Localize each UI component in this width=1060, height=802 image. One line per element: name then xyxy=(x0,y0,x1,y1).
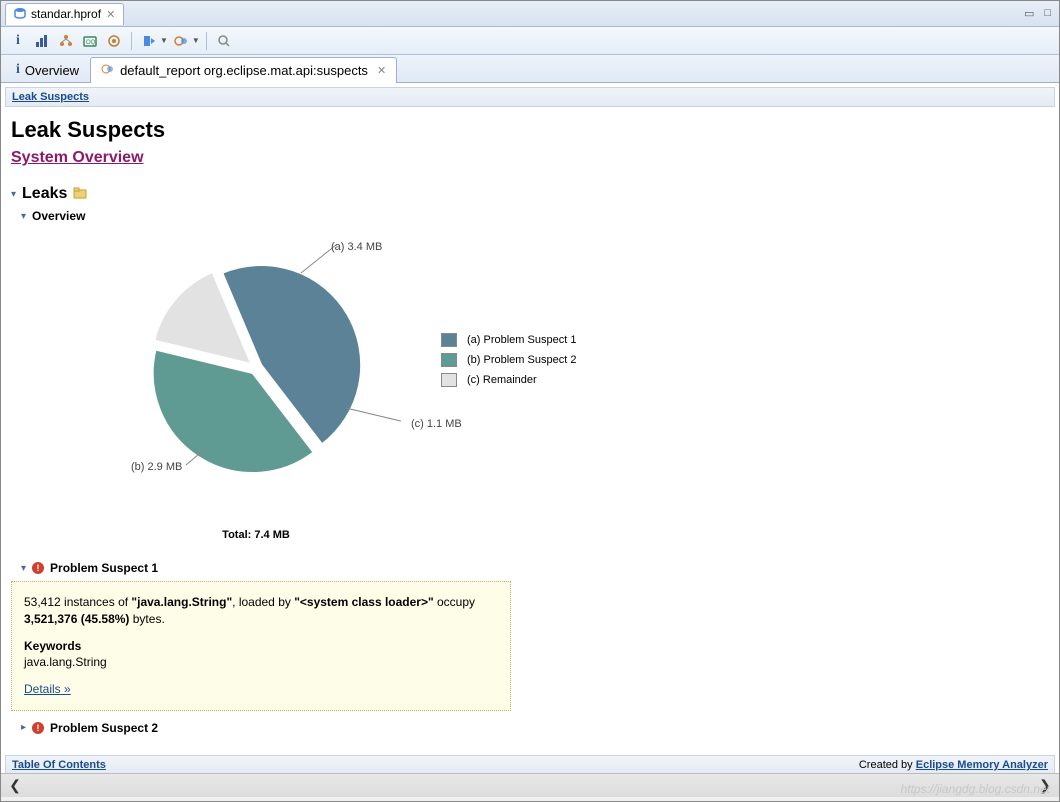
tool-link[interactable]: Eclipse Memory Analyzer xyxy=(916,759,1048,771)
histogram-button[interactable] xyxy=(31,30,53,52)
dropdown-arrow-icon[interactable]: ▼ xyxy=(192,36,200,45)
breadcrumb-link[interactable]: Leak Suspects xyxy=(12,91,89,103)
legend-swatch xyxy=(441,333,457,347)
close-tab-icon[interactable]: ✕ xyxy=(106,8,115,21)
details-link[interactable]: Details » xyxy=(24,682,71,696)
dominator-tree-button[interactable] xyxy=(55,30,77,52)
legend-item: (c) Remainder xyxy=(441,373,576,387)
pie-label-b: (b) 2.9 MB xyxy=(131,461,182,473)
query-browser-button[interactable] xyxy=(138,30,160,52)
database-icon xyxy=(14,7,26,22)
editor-tab-bar: standar.hprof ✕ ▭ □ xyxy=(1,1,1059,27)
toc-link[interactable]: Table Of Contents xyxy=(12,759,106,771)
report-content: Leak Suspects Leak Suspects System Overv… xyxy=(1,83,1059,773)
oql-button[interactable]: OQL xyxy=(79,30,101,52)
pie-total-label: Total: 7.4 MB xyxy=(111,529,401,541)
suspect1-detail-box: 53,412 instances of "java.lang.String", … xyxy=(11,581,511,711)
compare-button[interactable] xyxy=(170,30,192,52)
pie-chart-panel: (a) 3.4 MB (c) 1.1 MB (b) 2.9 MB Total: … xyxy=(11,233,1049,541)
search-button[interactable] xyxy=(213,30,235,52)
section-leaks-header[interactable]: ▾ Leaks xyxy=(11,185,1049,203)
expand-arrow-icon: ▾ xyxy=(21,211,26,222)
error-icon: ! xyxy=(32,722,44,734)
horizontal-scrollbar[interactable]: ❮ ❯ xyxy=(1,773,1059,797)
expand-arrow-icon: ▾ xyxy=(11,189,16,200)
chart-legend: (a) Problem Suspect 1 (b) Problem Suspect… xyxy=(441,333,576,393)
minimize-icon[interactable]: ▭ xyxy=(1024,7,1034,20)
breadcrumb: Leak Suspects xyxy=(5,87,1055,107)
svg-text:OQL: OQL xyxy=(86,40,97,46)
legend-item: (a) Problem Suspect 1 xyxy=(441,333,576,347)
system-overview-link[interactable]: System Overview xyxy=(11,149,144,167)
section-overview-header[interactable]: ▾ Overview xyxy=(21,209,1049,223)
folder-icon xyxy=(73,187,87,202)
maximize-icon[interactable]: □ xyxy=(1044,7,1051,20)
page-title: Leak Suspects xyxy=(11,117,1049,143)
section-suspect2-header[interactable]: ▸ ! Problem Suspect 2 xyxy=(21,721,1049,735)
legend-item: (b) Problem Suspect 2 xyxy=(441,353,576,367)
section-suspect1-header[interactable]: ▾ ! Problem Suspect 1 xyxy=(21,561,1049,575)
window-controls: ▭ □ xyxy=(1024,7,1059,20)
pie-chart: (a) 3.4 MB (c) 1.1 MB (b) 2.9 MB xyxy=(111,233,401,523)
report-footer: Table Of Contents Created by Eclipse Mem… xyxy=(5,755,1055,773)
collapse-arrow-icon: ▸ xyxy=(21,722,26,733)
error-icon: ! xyxy=(32,562,44,574)
toolbar: i OQL ▼ ▼ xyxy=(1,27,1059,55)
close-tab-icon[interactable]: ✕ xyxy=(377,64,386,77)
editor-tab-active[interactable]: standar.hprof ✕ xyxy=(5,3,124,25)
tab-default-report[interactable]: default_report org.eclipse.mat.api:suspe… xyxy=(90,57,397,83)
tab-overview[interactable]: i Overview xyxy=(5,57,90,82)
pie-label-c: (c) 1.1 MB xyxy=(411,418,462,430)
scroll-right-button[interactable]: ❯ xyxy=(1035,777,1055,795)
dropdown-arrow-icon[interactable]: ▼ xyxy=(160,36,168,45)
expand-arrow-icon: ▾ xyxy=(21,563,26,574)
info-button[interactable]: i xyxy=(7,30,29,52)
legend-swatch xyxy=(441,373,457,387)
report-icon xyxy=(101,62,115,79)
run-report-button[interactable] xyxy=(103,30,125,52)
scroll-left-button[interactable]: ❮ xyxy=(5,777,25,795)
editor-tab-title: standar.hprof xyxy=(31,7,101,21)
info-icon: i xyxy=(16,62,20,78)
report-tabs: i Overview default_report org.eclipse.ma… xyxy=(1,55,1059,83)
legend-swatch xyxy=(441,353,457,367)
pie-label-a: (a) 3.4 MB xyxy=(331,241,382,253)
